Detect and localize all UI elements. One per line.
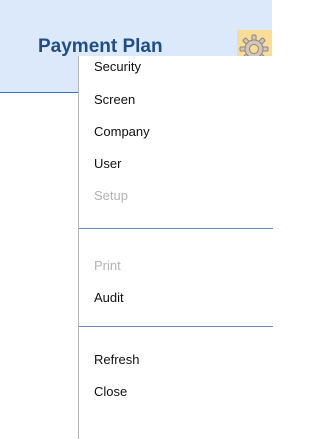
screen: Payment Plan Security Screen Company Use… [0, 0, 273, 439]
settings-dropdown-menu: Security Screen Company User Setup Print… [78, 56, 273, 439]
menu-item-company[interactable]: Company [94, 124, 150, 140]
menu-item-close[interactable]: Close [94, 384, 127, 400]
menu-item-refresh[interactable]: Refresh [94, 352, 140, 368]
page-title: Payment Plan [38, 36, 163, 57]
menu-item-user[interactable]: User [94, 156, 121, 172]
menu-item-print: Print [94, 258, 121, 273]
menu-item-audit[interactable]: Audit [94, 290, 124, 306]
menu-item-screen[interactable]: Screen [94, 92, 135, 108]
menu-item-setup: Setup [94, 188, 128, 203]
menu-item-security[interactable]: Security [94, 59, 141, 75]
menu-separator [79, 228, 273, 229]
menu-separator [79, 326, 273, 327]
